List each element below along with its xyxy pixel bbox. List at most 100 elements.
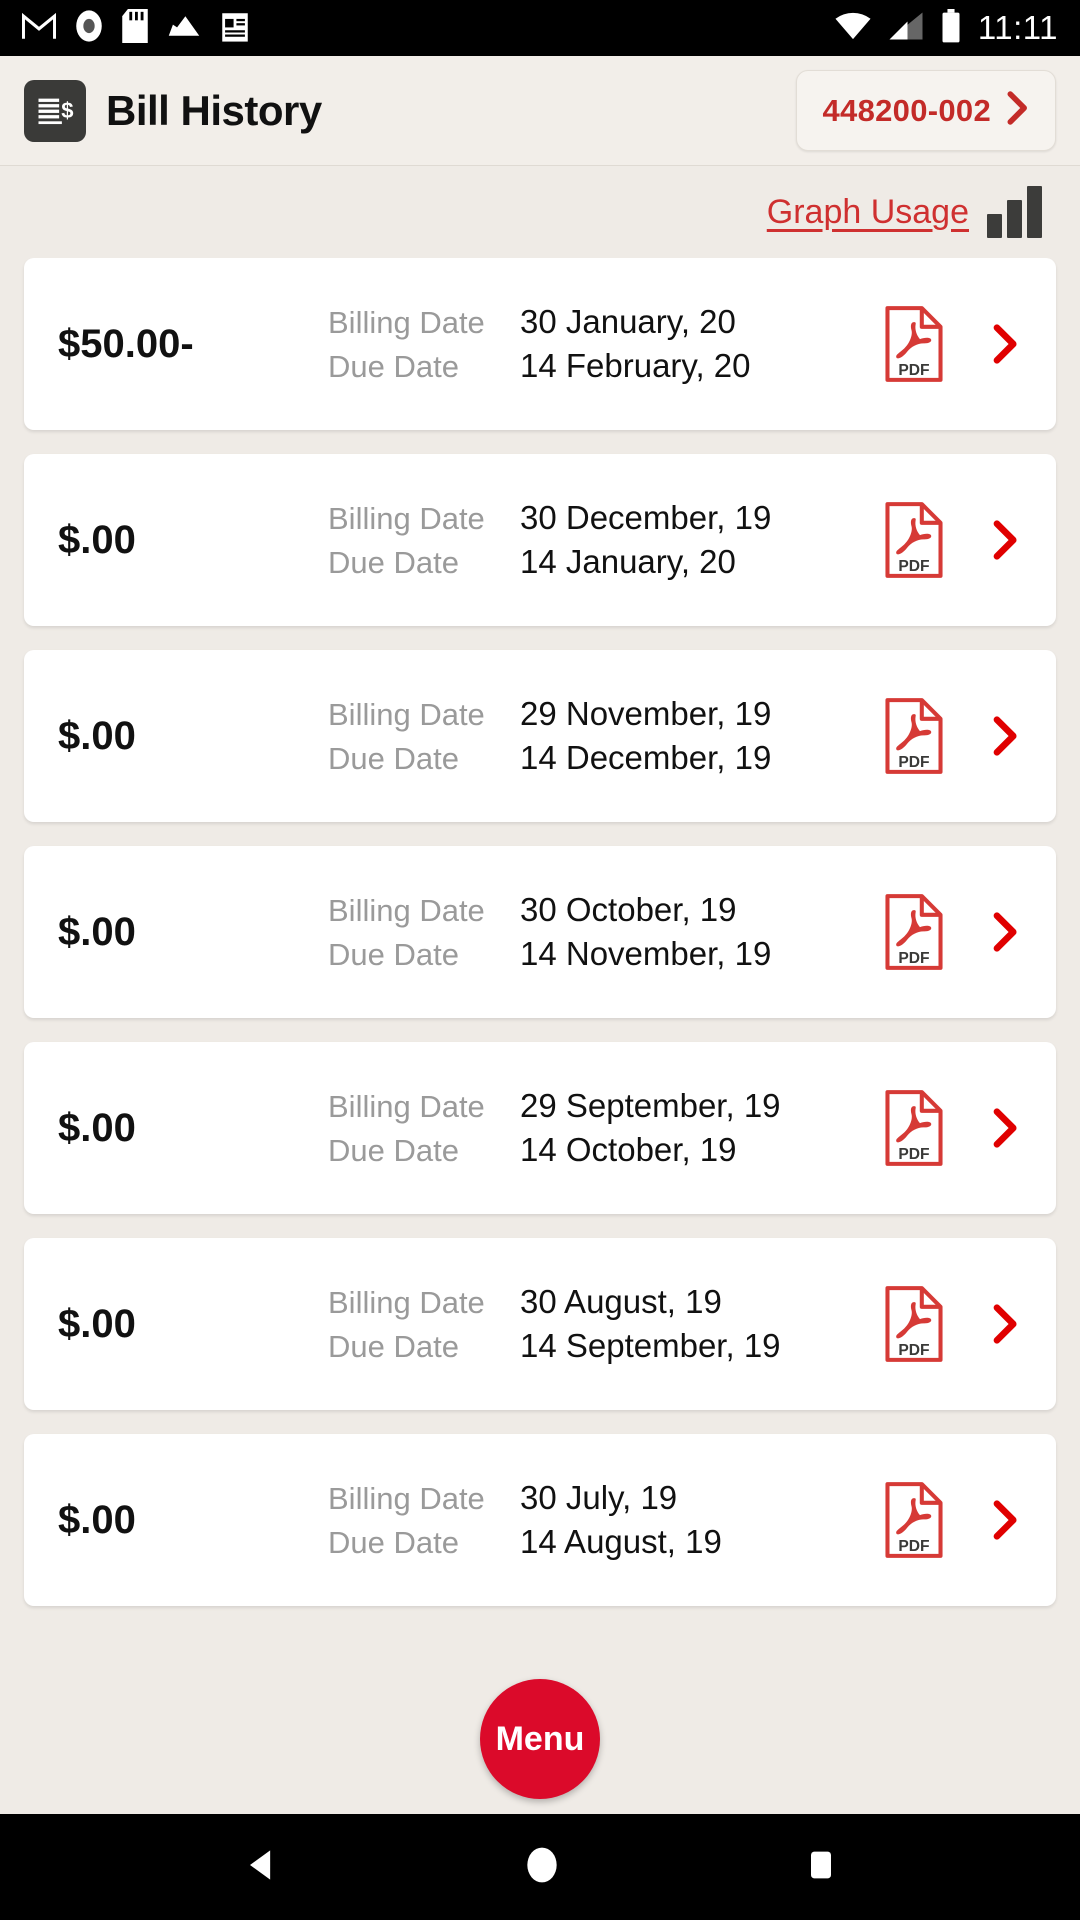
bill-row[interactable]: $.00 Billing Date 30 December, 19 Due Da…: [24, 454, 1056, 626]
billing-date-value: 30 July, 19: [520, 1479, 678, 1516]
menu-fab-label: Menu: [495, 1719, 585, 1758]
page-title: Bill History: [106, 86, 322, 134]
due-date-value: 14 October, 19: [520, 1131, 737, 1168]
sd-card-icon: [122, 8, 148, 48]
due-date-value: 14 November, 19: [520, 935, 772, 972]
bill-row[interactable]: $.00 Billing Date 30 October, 19 Due Dat…: [24, 846, 1056, 1018]
svg-text:PDF: PDF: [898, 950, 929, 967]
bill-amount: $.00: [58, 1497, 136, 1542]
menu-fab-button[interactable]: Menu: [480, 1679, 600, 1799]
due-date-value: 14 December, 19: [520, 739, 772, 776]
pdf-file-icon[interactable]: PDF: [882, 1285, 946, 1363]
graph-usage-link[interactable]: Graph Usage: [767, 193, 969, 232]
pdf-file-icon[interactable]: PDF: [882, 501, 946, 579]
menu-fab-container: Menu: [0, 1664, 1080, 1814]
pdf-file-icon[interactable]: PDF: [882, 305, 946, 383]
chevron-right-icon[interactable]: [986, 520, 1026, 560]
due-date-line: Due Date 14 December, 19: [328, 739, 882, 777]
svg-text:PDF: PDF: [898, 1538, 929, 1555]
back-triangle-icon[interactable]: [239, 1843, 283, 1892]
chevron-right-icon[interactable]: [986, 912, 1026, 952]
due-date-label: Due Date: [328, 349, 459, 384]
billing-date-line: Billing Date 30 December, 19: [328, 499, 882, 537]
bill-row[interactable]: $.00 Billing Date 29 November, 19 Due Da…: [24, 650, 1056, 822]
chevron-right-icon[interactable]: [986, 1108, 1026, 1148]
due-date-value: 14 January, 20: [520, 543, 736, 580]
bill-row[interactable]: $.00 Billing Date 30 July, 19 Due Date 1…: [24, 1434, 1056, 1606]
due-date-line: Due Date 14 January, 20: [328, 543, 882, 581]
due-date-line: Due Date 14 August, 19: [328, 1523, 882, 1561]
bill-dates: Billing Date 29 September, 19 Due Date 1…: [328, 1087, 882, 1169]
billing-date-value: 30 August, 19: [520, 1283, 722, 1320]
billing-date-label: Billing Date: [328, 697, 485, 732]
chevron-right-icon: [1007, 91, 1029, 130]
chevron-right-icon[interactable]: [986, 1304, 1026, 1344]
billing-date-line: Billing Date 30 August, 19: [328, 1283, 882, 1321]
chevron-right-icon[interactable]: [986, 324, 1026, 364]
battery-icon: [940, 8, 962, 48]
due-date-value: 14 August, 19: [520, 1523, 722, 1560]
cell-signal-icon: [888, 11, 924, 46]
bar-chart-icon[interactable]: [987, 186, 1042, 238]
billing-date-label: Billing Date: [328, 893, 485, 928]
bill-amount: $.00: [58, 1105, 136, 1150]
status-bar: 11:11: [0, 0, 1080, 56]
billing-date-line: Billing Date 30 January, 20: [328, 303, 882, 341]
billing-date-line: Billing Date 29 November, 19: [328, 695, 882, 733]
android-navigation-bar: [0, 1814, 1080, 1920]
bill-history-list: $50.00- Billing Date 30 January, 20 Due …: [0, 258, 1080, 1664]
app-screen: 11:11 $ Bill History 448200-002 Graph Us…: [0, 0, 1080, 1920]
billing-date-value: 30 October, 19: [520, 891, 737, 928]
bill-dates: Billing Date 30 August, 19 Due Date 14 S…: [328, 1283, 882, 1365]
billing-date-label: Billing Date: [328, 1481, 485, 1516]
due-date-label: Due Date: [328, 1525, 459, 1560]
bill-row[interactable]: $.00 Billing Date 29 September, 19 Due D…: [24, 1042, 1056, 1214]
header-title-group: $ Bill History: [24, 79, 322, 142]
bill-amount: $.00: [58, 713, 136, 758]
status-bar-right-icons: 11:11: [834, 8, 1058, 48]
bill-dates: Billing Date 30 January, 20 Due Date 14 …: [328, 303, 882, 385]
bill-row[interactable]: $.00 Billing Date 30 August, 19 Due Date…: [24, 1238, 1056, 1410]
due-date-label: Due Date: [328, 1133, 459, 1168]
pdf-file-icon[interactable]: PDF: [882, 893, 946, 971]
home-circle-icon[interactable]: [520, 1843, 564, 1892]
billing-date-value: 30 January, 20: [520, 303, 736, 340]
status-bar-left-icons: [21, 8, 250, 48]
svg-text:PDF: PDF: [898, 754, 929, 771]
pdf-file-icon[interactable]: PDF: [882, 697, 946, 775]
billing-date-value: 29 September, 19: [520, 1087, 781, 1124]
bill-dates: Billing Date 30 October, 19 Due Date 14 …: [328, 891, 882, 973]
wifi-icon: [834, 11, 872, 46]
account-number-label: 448200-002: [822, 92, 991, 128]
bill-amount: $50.00-: [58, 321, 194, 366]
app-header: $ Bill History 448200-002: [0, 56, 1080, 166]
billing-date-label: Billing Date: [328, 305, 485, 340]
recents-square-icon[interactable]: [801, 1843, 841, 1892]
account-selector-button[interactable]: 448200-002: [795, 70, 1056, 151]
billing-date-line: Billing Date 29 September, 19: [328, 1087, 882, 1125]
cloud-icon: [166, 13, 202, 44]
bill-dates: Billing Date 29 November, 19 Due Date 14…: [328, 695, 882, 777]
bill-amount: $.00: [58, 1301, 136, 1346]
chevron-right-icon[interactable]: [986, 716, 1026, 756]
svg-text:$: $: [61, 97, 73, 122]
pdf-file-icon[interactable]: PDF: [882, 1481, 946, 1559]
bill-document-icon: $: [24, 79, 86, 142]
status-bar-clock: 11:11: [977, 9, 1058, 46]
gmail-icon: [21, 11, 57, 46]
chevron-right-icon[interactable]: [986, 1500, 1026, 1540]
due-date-label: Due Date: [328, 937, 459, 972]
bill-dates: Billing Date 30 December, 19 Due Date 14…: [328, 499, 882, 581]
bill-dates: Billing Date 30 July, 19 Due Date 14 Aug…: [328, 1479, 882, 1561]
pdf-file-icon[interactable]: PDF: [882, 1089, 946, 1167]
billing-date-label: Billing Date: [328, 1285, 485, 1320]
svg-text:PDF: PDF: [898, 558, 929, 575]
due-date-line: Due Date 14 September, 19: [328, 1327, 882, 1365]
bill-row[interactable]: $50.00- Billing Date 30 January, 20 Due …: [24, 258, 1056, 430]
svg-text:PDF: PDF: [898, 362, 929, 379]
billing-date-value: 29 November, 19: [520, 695, 772, 732]
billing-date-value: 30 December, 19: [520, 499, 772, 536]
graph-usage-row[interactable]: Graph Usage: [0, 166, 1080, 258]
bill-amount: $.00: [58, 909, 136, 954]
due-date-line: Due Date 14 November, 19: [328, 935, 882, 973]
